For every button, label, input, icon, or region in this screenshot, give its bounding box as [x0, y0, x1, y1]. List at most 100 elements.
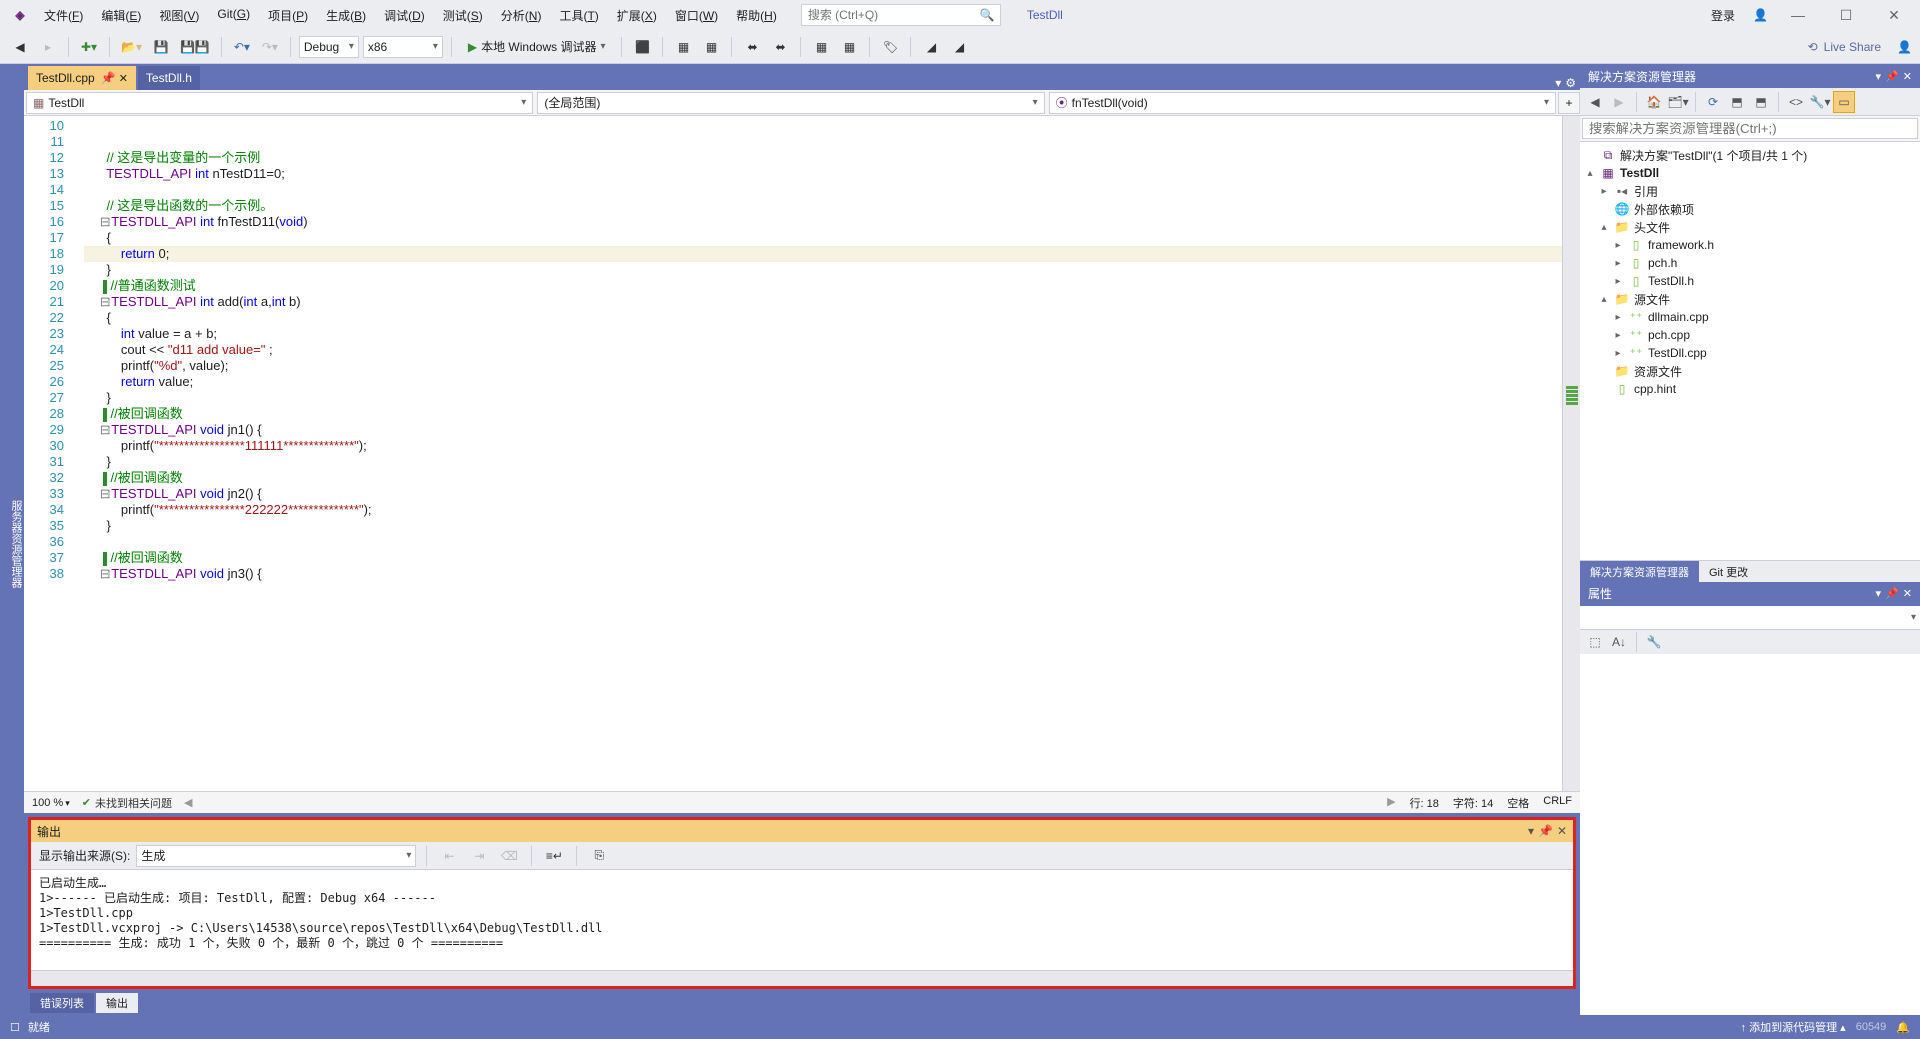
- prop-categorized-icon[interactable]: ⬚: [1584, 631, 1606, 653]
- menu-分析[interactable]: 分析(N): [493, 3, 550, 28]
- tree-pch.cpp[interactable]: ▸⁺⁺pch.cpp: [1580, 326, 1920, 344]
- se-properties-icon[interactable]: 🔧▾: [1809, 91, 1831, 113]
- live-share-button[interactable]: ⟲ Live Share 👤: [1808, 40, 1912, 54]
- output-goto-source[interactable]: ⎘: [587, 844, 611, 868]
- toolbar-btn-7[interactable]: ▦: [837, 35, 861, 59]
- source-control-status[interactable]: ↑ 添加到源代码管理 ▴: [1741, 1019, 1846, 1035]
- tree-framework.h[interactable]: ▸▯framework.h: [1580, 236, 1920, 254]
- no-issues-label[interactable]: 未找到相关问题: [95, 795, 172, 811]
- output-hscrollbar[interactable]: [31, 970, 1573, 986]
- se-search-input[interactable]: [1582, 118, 1918, 139]
- prop-dropdown-icon[interactable]: ▾: [1876, 587, 1882, 600]
- breadcrumb-project[interactable]: ▦ TestDll: [26, 92, 533, 114]
- panel-dropdown-icon[interactable]: ▾: [1876, 70, 1882, 83]
- menu-Git[interactable]: Git(G): [209, 3, 258, 28]
- se-showall-icon[interactable]: ⬒: [1750, 91, 1772, 113]
- toolbar-btn-6[interactable]: ▦: [809, 35, 833, 59]
- tab-solution-explorer[interactable]: 解决方案资源管理器: [1580, 561, 1699, 582]
- properties-combo[interactable]: [1580, 606, 1920, 630]
- menu-窗口[interactable]: 窗口(W): [667, 3, 726, 28]
- tree-pch.h[interactable]: ▸▯pch.h: [1580, 254, 1920, 272]
- se-preview-icon[interactable]: ▭: [1833, 91, 1855, 113]
- platform-combo[interactable]: x86: [363, 36, 443, 58]
- tree-头文件[interactable]: ▴📁头文件: [1580, 218, 1920, 236]
- tab-git-changes[interactable]: Git 更改: [1699, 561, 1758, 582]
- output-goto-prev[interactable]: ⇤: [437, 844, 461, 868]
- open-button[interactable]: 📂▾: [118, 35, 145, 59]
- redo-button[interactable]: ↷▾: [258, 35, 282, 59]
- indent-type[interactable]: 空格: [1507, 795, 1529, 811]
- menu-测试[interactable]: 测试(S): [435, 3, 491, 28]
- nav-back-button[interactable]: ◀: [8, 35, 32, 59]
- tree-cpp.hint[interactable]: ▯cpp.hint: [1580, 380, 1920, 398]
- output-clear[interactable]: ⌫: [497, 844, 521, 868]
- toolbar-btn-1[interactable]: ⬛: [630, 35, 654, 59]
- server-explorer-tab[interactable]: 服务器资源管理器: [8, 500, 24, 588]
- tree-解决方案"TestDll"(1 个项目/共 1 个)[interactable]: ⧉解决方案"TestDll"(1 个项目/共 1 个): [1580, 146, 1920, 164]
- login-button[interactable]: 登录: [1705, 5, 1741, 26]
- maximize-button[interactable]: ☐: [1828, 3, 1864, 27]
- menu-工具[interactable]: 工具(T): [551, 3, 606, 28]
- close-button[interactable]: ✕: [1876, 3, 1912, 27]
- tab-testdll-cpp[interactable]: TestDll.cpp 📌 ✕: [28, 66, 136, 90]
- save-all-button[interactable]: 💾💾: [177, 35, 213, 59]
- tree-资源文件[interactable]: 📁资源文件: [1580, 362, 1920, 380]
- pin-icon[interactable]: 📌: [101, 71, 113, 85]
- save-button[interactable]: 💾: [149, 35, 173, 59]
- panel-pin-icon[interactable]: 📌: [1885, 70, 1899, 83]
- tab-error-list[interactable]: 错误列表: [30, 993, 94, 1013]
- output-goto-next[interactable]: ⇥: [467, 844, 491, 868]
- se-back-icon[interactable]: ◀: [1584, 91, 1606, 113]
- new-project-button[interactable]: ✚▾: [77, 35, 101, 59]
- se-collapse-icon[interactable]: ⬒: [1726, 91, 1748, 113]
- toolbar-btn-8[interactable]: 🏷: [878, 35, 902, 59]
- panel-close-icon[interactable]: ✕: [1903, 70, 1912, 83]
- breadcrumb-scope[interactable]: (全局范围): [537, 92, 1044, 114]
- minimize-button[interactable]: —: [1780, 3, 1816, 27]
- prop-alphabetical-icon[interactable]: A↓: [1608, 631, 1630, 653]
- zoom-combo[interactable]: 100 %: [32, 797, 70, 809]
- menu-扩展[interactable]: 扩展(X): [609, 3, 665, 28]
- se-switch-icon[interactable]: 🗂▾: [1667, 91, 1689, 113]
- undo-button[interactable]: ↶▾: [230, 35, 254, 59]
- menu-项目[interactable]: 项目(P): [260, 3, 316, 28]
- prop-pin-icon[interactable]: 📌: [1885, 587, 1899, 600]
- prop-close-icon[interactable]: ✕: [1903, 587, 1912, 600]
- start-debug-button[interactable]: ▶ 本地 Windows 调试器 ▾: [460, 35, 614, 59]
- solution-tree[interactable]: ⧉解决方案"TestDll"(1 个项目/共 1 个)▴▦TestDll▸▪◂引…: [1580, 142, 1920, 560]
- search-input[interactable]: [808, 8, 980, 22]
- tab-output[interactable]: 输出: [96, 993, 138, 1013]
- se-home-icon[interactable]: 🏠: [1643, 91, 1665, 113]
- tab-testdll-h[interactable]: TestDll.h: [138, 66, 200, 90]
- tree-TestDll[interactable]: ▴▦TestDll: [1580, 164, 1920, 182]
- toolbar-btn-9[interactable]: ◢: [919, 35, 943, 59]
- breadcrumb-member[interactable]: ⦿ fnTestDll(void): [1049, 92, 1556, 114]
- output-close-icon[interactable]: ✕: [1557, 824, 1567, 838]
- code-editor[interactable]: 1011121314151617181920212223242526272829…: [24, 116, 1580, 791]
- tree-TestDll.cpp[interactable]: ▸⁺⁺TestDll.cpp: [1580, 344, 1920, 362]
- output-pin-icon[interactable]: 📌: [1538, 824, 1553, 838]
- tab-overflow-icon[interactable]: ▾: [1555, 76, 1561, 90]
- config-combo[interactable]: Debug: [299, 36, 359, 58]
- toolbar-btn-4[interactable]: ⬌: [740, 35, 764, 59]
- tree-dllmain.cpp[interactable]: ▸⁺⁺dllmain.cpp: [1580, 308, 1920, 326]
- tree-引用[interactable]: ▸▪◂引用: [1580, 182, 1920, 200]
- editor-scrollbar[interactable]: [1562, 116, 1580, 791]
- se-code-icon[interactable]: <>: [1785, 91, 1807, 113]
- output-body[interactable]: 已启动生成… 1>------ 已启动生成: 项目: TestDll, 配置: …: [31, 870, 1573, 970]
- se-sync-icon[interactable]: ⟳: [1702, 91, 1724, 113]
- toolbar-btn-2[interactable]: ▦: [671, 35, 695, 59]
- menu-文件[interactable]: 文件(F): [36, 3, 91, 28]
- solution-explorer-search[interactable]: [1580, 116, 1920, 142]
- se-fwd-icon[interactable]: ▶: [1608, 91, 1630, 113]
- tab-gear-icon[interactable]: ⚙: [1565, 76, 1576, 90]
- output-source-combo[interactable]: 生成: [136, 845, 416, 867]
- line-ending[interactable]: CRLF: [1543, 795, 1572, 811]
- user-icon[interactable]: 👤: [1753, 8, 1768, 22]
- toolbar-btn-3[interactable]: ▦: [699, 35, 723, 59]
- search-box[interactable]: 🔍: [801, 4, 1001, 26]
- output-wrap[interactable]: ≡↵: [542, 844, 566, 868]
- feedback-icon[interactable]: 👤: [1897, 40, 1912, 54]
- menu-编辑[interactable]: 编辑(E): [93, 3, 149, 28]
- menu-视图[interactable]: 视图(V): [151, 3, 207, 28]
